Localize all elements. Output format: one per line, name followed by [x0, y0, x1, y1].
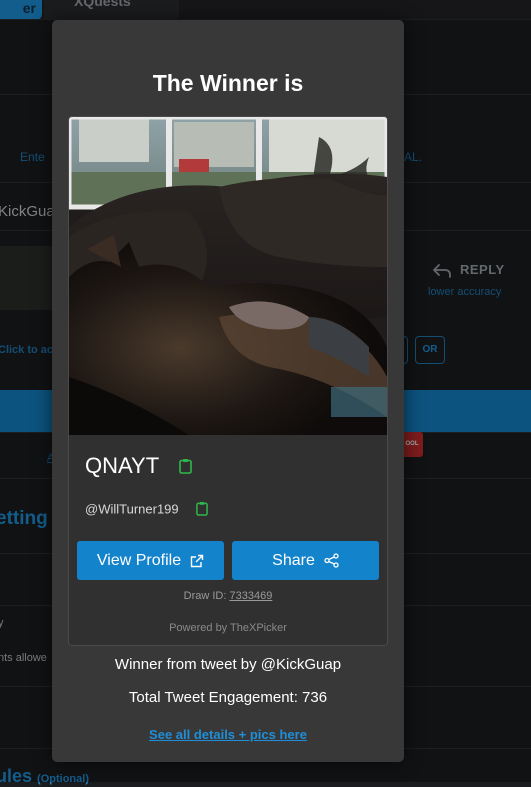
external-link-icon: [190, 554, 204, 567]
share-icon: [324, 553, 339, 568]
clipboard-icon[interactable]: [196, 501, 209, 519]
draw-id-link[interactable]: 7333469: [230, 590, 273, 602]
modal-title: The Winner is: [152, 70, 304, 96]
powered-by: Powered by TheXPicker: [169, 622, 287, 634]
winner-handle-text: @WillTurner199: [85, 501, 179, 517]
winner-from-tweet: Winner from tweet by @KickGuap: [114, 656, 342, 673]
winner-modal: The Winner is QNAYT @WillTurner199 View …: [52, 20, 404, 762]
draw-id: Draw ID: 7333469: [69, 590, 387, 602]
clipboard-icon[interactable]: [179, 454, 192, 480]
see-details-link[interactable]: See all details + pics here: [52, 727, 404, 742]
draw-id-label: Draw ID:: [183, 590, 227, 602]
share-label: Share: [272, 552, 315, 569]
view-profile-button[interactable]: View Profile: [77, 541, 224, 580]
winner-name: QNAYT: [85, 453, 192, 480]
winner-handle: @WillTurner199: [85, 501, 209, 519]
winner-name-text: QNAYT: [85, 453, 159, 478]
view-profile-label: View Profile: [96, 552, 182, 569]
winner-card: QNAYT @WillTurner199 View Profile Share …: [68, 116, 388, 646]
tweet-engagement: Total Tweet Engagement: 736: [128, 689, 328, 706]
winner-photo: [69, 117, 387, 435]
share-button[interactable]: Share: [232, 541, 379, 580]
